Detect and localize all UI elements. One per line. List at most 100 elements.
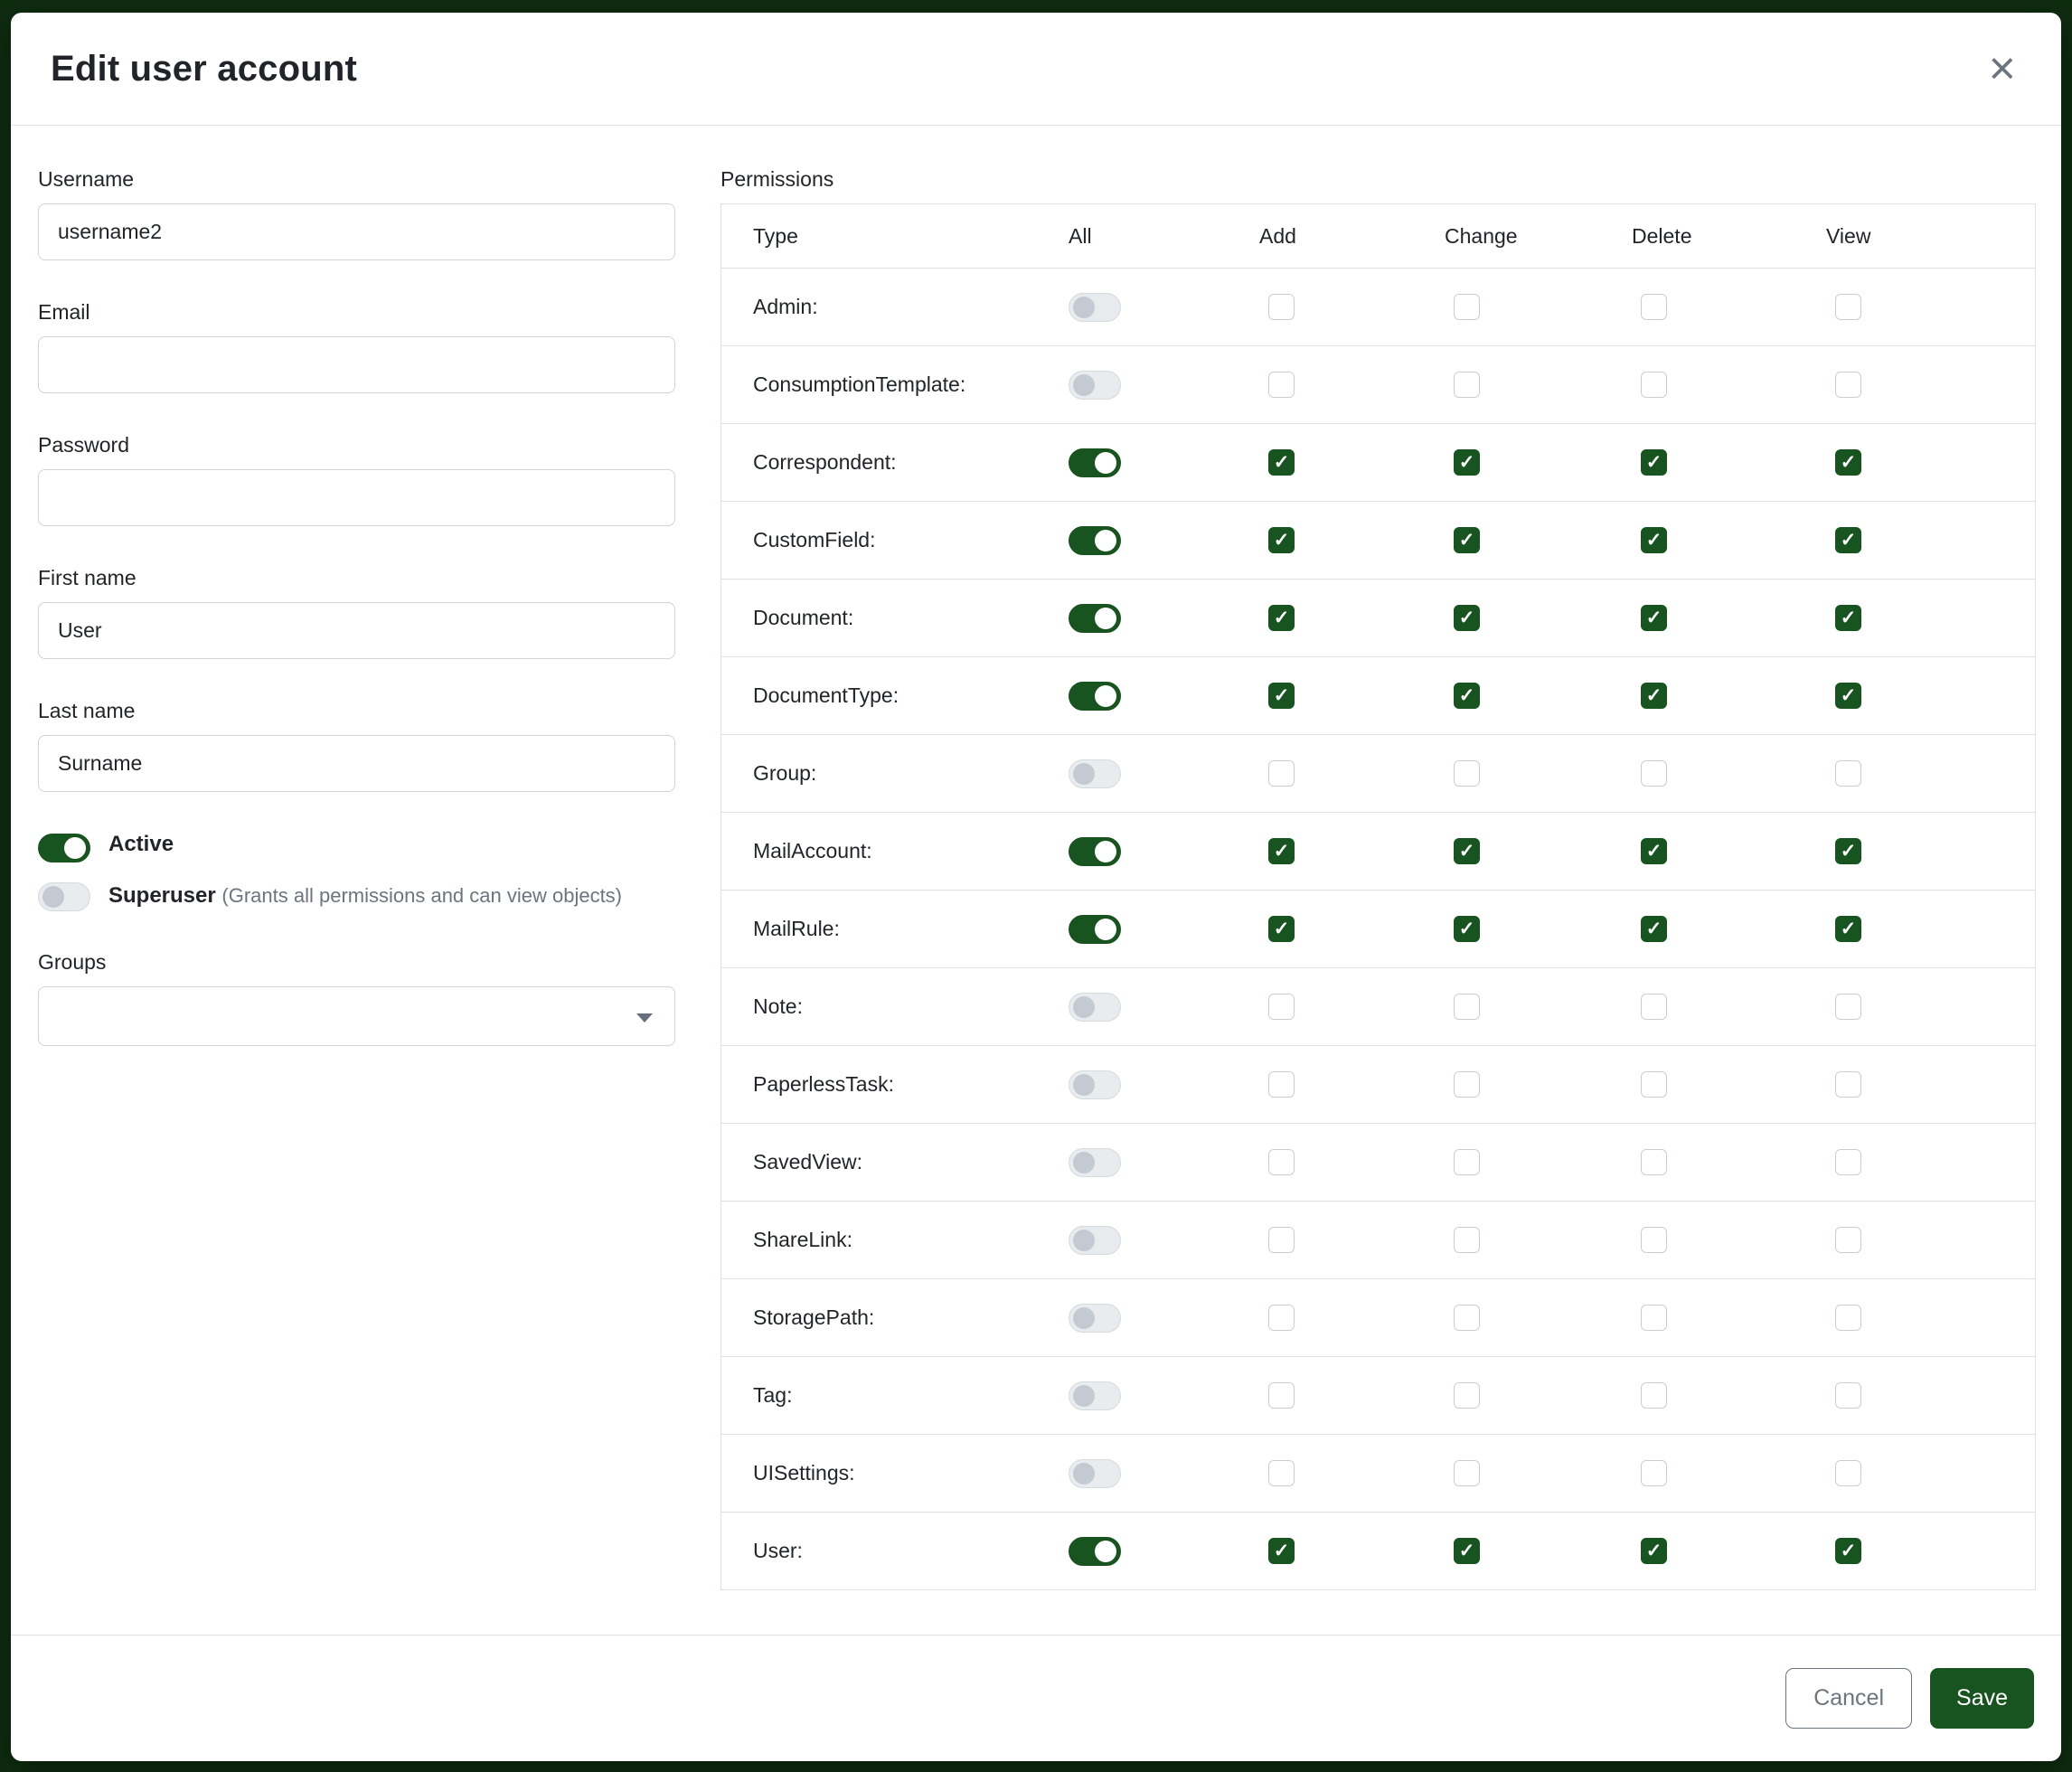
permission-add-checkbox[interactable] — [1268, 760, 1295, 787]
permission-change-checkbox[interactable] — [1454, 1460, 1480, 1486]
permission-change-checkbox[interactable] — [1454, 1149, 1480, 1175]
permission-all-toggle[interactable] — [1069, 1381, 1121, 1410]
permission-delete-checkbox[interactable] — [1641, 683, 1667, 709]
permission-add-checkbox[interactable] — [1268, 1227, 1295, 1253]
permission-all-toggle[interactable] — [1069, 837, 1121, 866]
permission-all-toggle[interactable] — [1069, 1459, 1121, 1488]
active-toggle[interactable] — [38, 834, 90, 862]
permission-all-toggle[interactable] — [1069, 993, 1121, 1022]
permission-all-toggle[interactable] — [1069, 604, 1121, 633]
permission-delete-checkbox[interactable] — [1641, 1149, 1667, 1175]
last-name-input[interactable] — [38, 735, 675, 792]
permission-change-checkbox[interactable] — [1454, 294, 1480, 320]
permission-view-checkbox[interactable] — [1835, 838, 1861, 864]
permission-add-checkbox[interactable] — [1268, 1460, 1295, 1486]
permission-change-checkbox[interactable] — [1454, 838, 1480, 864]
permission-view-checkbox[interactable] — [1835, 1149, 1861, 1175]
permission-view-checkbox[interactable] — [1835, 294, 1861, 320]
permission-delete-checkbox[interactable] — [1641, 605, 1667, 631]
permission-change-checkbox[interactable] — [1454, 1071, 1480, 1098]
permission-delete-checkbox[interactable] — [1641, 1460, 1667, 1486]
permission-delete-checkbox[interactable] — [1641, 1305, 1667, 1331]
permission-delete-checkbox[interactable] — [1641, 1227, 1667, 1253]
permission-delete-checkbox[interactable] — [1641, 372, 1667, 398]
permission-delete-checkbox[interactable] — [1641, 838, 1667, 864]
permission-delete-checkbox[interactable] — [1641, 1538, 1667, 1564]
permission-all-cell — [1069, 1226, 1259, 1255]
permission-add-checkbox[interactable] — [1268, 527, 1295, 553]
permission-view-checkbox[interactable] — [1835, 1071, 1861, 1098]
permission-add-checkbox[interactable] — [1268, 1538, 1295, 1564]
permission-delete-checkbox[interactable] — [1641, 449, 1667, 476]
permission-all-toggle[interactable] — [1069, 293, 1121, 322]
permission-change-checkbox[interactable] — [1454, 760, 1480, 787]
permission-add-checkbox[interactable] — [1268, 916, 1295, 942]
permission-change-cell — [1445, 1538, 1632, 1564]
permission-add-checkbox[interactable] — [1268, 449, 1295, 476]
permission-delete-checkbox[interactable] — [1641, 760, 1667, 787]
groups-select[interactable] — [38, 986, 675, 1046]
permission-change-checkbox[interactable] — [1454, 1227, 1480, 1253]
permission-all-toggle[interactable] — [1069, 448, 1121, 477]
permission-add-checkbox[interactable] — [1268, 372, 1295, 398]
permission-all-toggle[interactable] — [1069, 1304, 1121, 1333]
username-input[interactable] — [38, 203, 675, 260]
permission-change-checkbox[interactable] — [1454, 527, 1480, 553]
permission-view-checkbox[interactable] — [1835, 1305, 1861, 1331]
permission-view-checkbox[interactable] — [1835, 760, 1861, 787]
permission-add-checkbox[interactable] — [1268, 1382, 1295, 1409]
permission-change-checkbox[interactable] — [1454, 994, 1480, 1020]
permission-delete-checkbox[interactable] — [1641, 527, 1667, 553]
permission-change-checkbox[interactable] — [1454, 1382, 1480, 1409]
permission-view-checkbox[interactable] — [1835, 683, 1861, 709]
permission-change-checkbox[interactable] — [1454, 683, 1480, 709]
password-field[interactable] — [38, 469, 675, 526]
permission-delete-checkbox[interactable] — [1641, 916, 1667, 942]
permission-delete-checkbox[interactable] — [1641, 1071, 1667, 1098]
permission-change-checkbox[interactable] — [1454, 449, 1480, 476]
email-field[interactable] — [38, 336, 675, 393]
permission-add-checkbox[interactable] — [1268, 1149, 1295, 1175]
permission-all-toggle[interactable] — [1069, 759, 1121, 788]
permission-delete-checkbox[interactable] — [1641, 1382, 1667, 1409]
permission-change-checkbox[interactable] — [1454, 916, 1480, 942]
permission-view-checkbox[interactable] — [1835, 1460, 1861, 1486]
permission-add-checkbox[interactable] — [1268, 683, 1295, 709]
permission-all-cell — [1069, 1459, 1259, 1488]
permission-view-checkbox[interactable] — [1835, 449, 1861, 476]
close-icon[interactable]: × — [1983, 45, 2021, 92]
permission-view-checkbox[interactable] — [1835, 527, 1861, 553]
permission-change-cell — [1445, 1071, 1632, 1098]
cancel-button[interactable]: Cancel — [1785, 1668, 1912, 1729]
permission-change-checkbox[interactable] — [1454, 1305, 1480, 1331]
first-name-input[interactable] — [38, 602, 675, 659]
permission-delete-checkbox[interactable] — [1641, 994, 1667, 1020]
permission-add-checkbox[interactable] — [1268, 605, 1295, 631]
permission-change-checkbox[interactable] — [1454, 1538, 1480, 1564]
permission-all-toggle[interactable] — [1069, 371, 1121, 400]
permission-view-checkbox[interactable] — [1835, 605, 1861, 631]
permission-add-checkbox[interactable] — [1268, 994, 1295, 1020]
permission-add-checkbox[interactable] — [1268, 838, 1295, 864]
permission-all-toggle[interactable] — [1069, 682, 1121, 711]
permission-add-checkbox[interactable] — [1268, 294, 1295, 320]
superuser-toggle[interactable] — [38, 882, 90, 911]
permission-add-checkbox[interactable] — [1268, 1071, 1295, 1098]
permission-all-toggle[interactable] — [1069, 526, 1121, 555]
permission-change-checkbox[interactable] — [1454, 605, 1480, 631]
permission-all-toggle[interactable] — [1069, 915, 1121, 944]
permission-view-checkbox[interactable] — [1835, 994, 1861, 1020]
permission-view-checkbox[interactable] — [1835, 916, 1861, 942]
permission-all-toggle[interactable] — [1069, 1148, 1121, 1177]
permission-all-toggle[interactable] — [1069, 1070, 1121, 1099]
permission-all-toggle[interactable] — [1069, 1537, 1121, 1566]
permission-delete-checkbox[interactable] — [1641, 294, 1667, 320]
permission-view-checkbox[interactable] — [1835, 1227, 1861, 1253]
permission-change-checkbox[interactable] — [1454, 372, 1480, 398]
permission-view-checkbox[interactable] — [1835, 372, 1861, 398]
permission-view-checkbox[interactable] — [1835, 1538, 1861, 1564]
permission-view-checkbox[interactable] — [1835, 1382, 1861, 1409]
permission-add-checkbox[interactable] — [1268, 1305, 1295, 1331]
save-button[interactable]: Save — [1930, 1668, 2034, 1729]
permission-all-toggle[interactable] — [1069, 1226, 1121, 1255]
